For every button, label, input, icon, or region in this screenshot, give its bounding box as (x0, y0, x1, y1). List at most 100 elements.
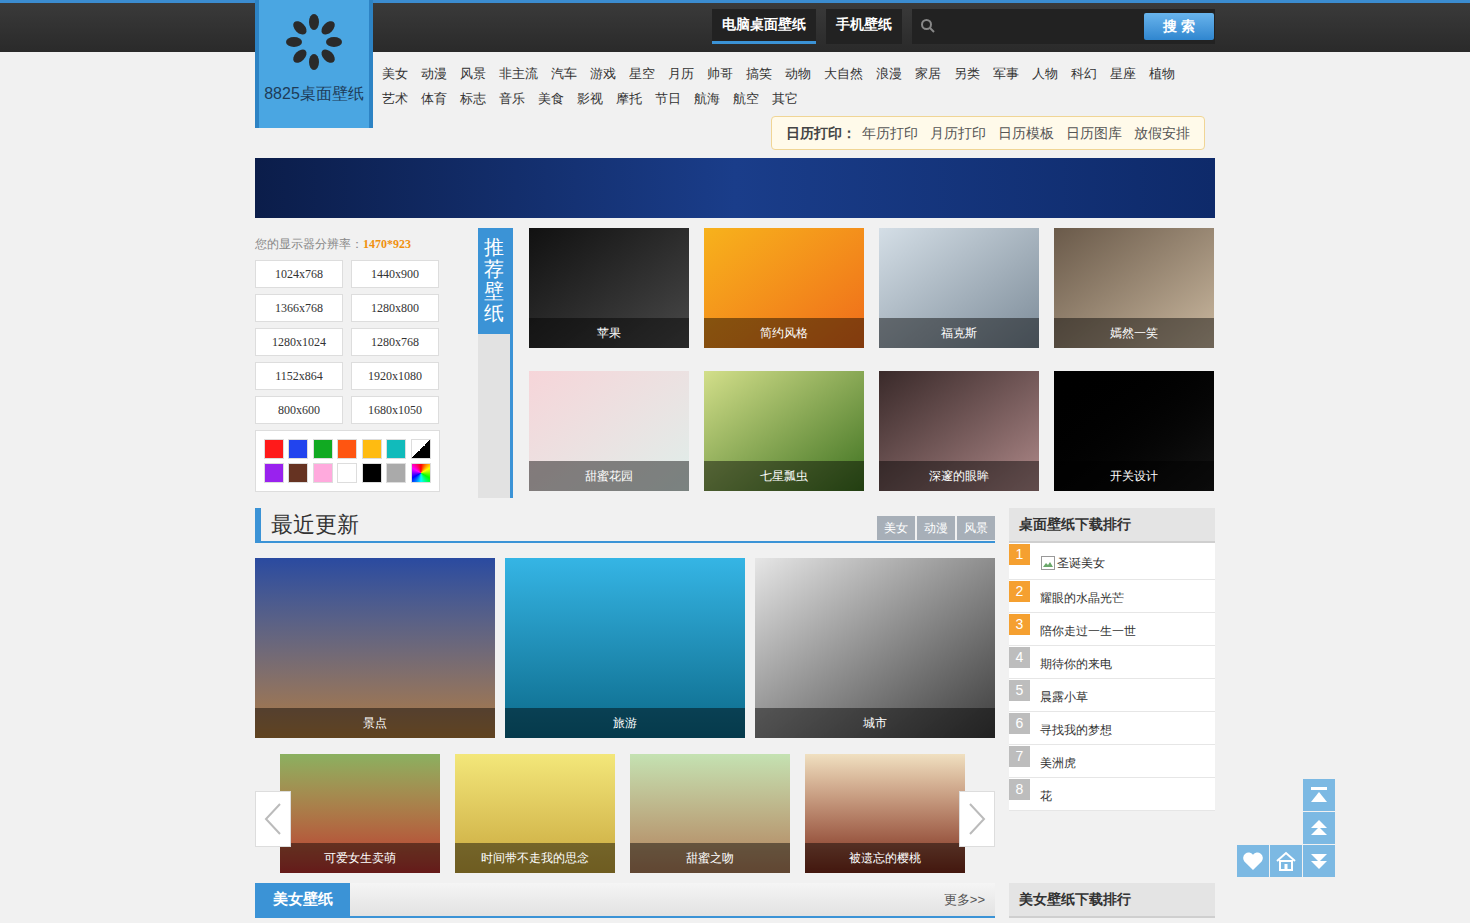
recommend-tile[interactable]: 甜蜜花园 (529, 371, 689, 491)
calendar-print-link[interactable]: 放假安排 (1134, 123, 1190, 144)
resolution-button[interactable]: 1920x1080 (351, 362, 439, 390)
calendar-print-link[interactable]: 月历打印 (930, 123, 986, 144)
carousel-tile[interactable]: 被遗忘的樱桃 (805, 754, 965, 873)
recommend-tile[interactable]: 苹果 (529, 228, 689, 348)
ranking-item[interactable]: 7美洲虎 (1009, 745, 1215, 778)
recent-tab[interactable]: 美女 (877, 516, 915, 540)
color-swatch[interactable] (411, 439, 431, 459)
recommend-tile[interactable]: 嫣然一笑 (1054, 228, 1214, 348)
ranking-item[interactable]: 4期待你的来电 (1009, 646, 1215, 679)
recommend-tile[interactable]: 简约风格 (704, 228, 864, 348)
nav-tab[interactable]: 手机壁纸 (826, 9, 902, 44)
search-button[interactable]: 搜 索 (1144, 13, 1214, 40)
carousel-prev[interactable] (255, 791, 291, 847)
color-swatch[interactable] (264, 439, 284, 459)
carousel-tile[interactable]: 时间带不走我的思念 (455, 754, 615, 873)
resolution-button[interactable]: 1280x1024 (255, 328, 343, 356)
category-link[interactable]: 艺术 (382, 89, 408, 109)
color-swatch[interactable] (411, 463, 431, 483)
resolution-button[interactable]: 1280x768 (351, 328, 439, 356)
calendar-banner[interactable] (255, 158, 1215, 218)
category-link[interactable]: 搞笑 (746, 64, 772, 84)
carousel-tile[interactable]: 可爱女生卖萌 (280, 754, 440, 873)
ranking-item[interactable]: 1圣诞美女 (1009, 543, 1215, 580)
category-link[interactable]: 影视 (577, 89, 603, 109)
float-favorite-button[interactable] (1237, 845, 1269, 877)
category-link[interactable]: 植物 (1149, 64, 1175, 84)
category-link[interactable]: 汽车 (551, 64, 577, 84)
category-link[interactable]: 月历 (668, 64, 694, 84)
recommend-tile[interactable]: 七星瓢虫 (704, 371, 864, 491)
resolution-button[interactable]: 800x600 (255, 396, 343, 424)
category-link[interactable]: 节日 (655, 89, 681, 109)
category-link[interactable]: 游戏 (590, 64, 616, 84)
more-link[interactable]: 更多>> (944, 890, 985, 910)
category-link[interactable]: 标志 (460, 89, 486, 109)
featured-tile[interactable]: 景点 (255, 558, 495, 738)
color-swatch[interactable] (264, 463, 284, 483)
category-link[interactable]: 浪漫 (876, 64, 902, 84)
ranking-item[interactable]: 2耀眼的水晶光芒 (1009, 580, 1215, 613)
color-swatch[interactable] (288, 439, 308, 459)
category-link[interactable]: 星座 (1110, 64, 1136, 84)
category-link[interactable]: 风景 (460, 64, 486, 84)
ranking-item[interactable]: 8花 (1009, 778, 1215, 811)
color-swatch[interactable] (362, 463, 382, 483)
category-link[interactable]: 摩托 (616, 89, 642, 109)
carousel-tile[interactable]: 甜蜜之吻 (630, 754, 790, 873)
recommend-tile[interactable]: 福克斯 (879, 228, 1039, 348)
category-link[interactable]: 星空 (629, 64, 655, 84)
category-link[interactable]: 军事 (993, 64, 1019, 84)
resolution-button[interactable]: 1024x768 (255, 260, 343, 288)
calendar-print-link[interactable]: 日历模板 (998, 123, 1054, 144)
category-link[interactable]: 体育 (421, 89, 447, 109)
color-swatch[interactable] (313, 439, 333, 459)
category-link[interactable]: 音乐 (499, 89, 525, 109)
category-link[interactable]: 人物 (1032, 64, 1058, 84)
recommend-tile[interactable]: 深邃的眼眸 (879, 371, 1039, 491)
category-link[interactable]: 航空 (733, 89, 759, 109)
category-link[interactable]: 航海 (694, 89, 720, 109)
category-link[interactable]: 大自然 (824, 64, 863, 84)
float-up-button[interactable] (1303, 812, 1335, 844)
search-input[interactable] (936, 16, 1144, 36)
category-link[interactable]: 动漫 (421, 64, 447, 84)
resolution-button[interactable]: 1280x800 (351, 294, 439, 322)
color-swatch[interactable] (386, 439, 406, 459)
featured-tile[interactable]: 旅游 (505, 558, 745, 738)
featured-tile[interactable]: 城市 (755, 558, 995, 738)
recent-tab[interactable]: 风景 (957, 516, 995, 540)
category-link[interactable]: 美食 (538, 89, 564, 109)
color-swatch[interactable] (337, 463, 357, 483)
resolution-button[interactable]: 1152x864 (255, 362, 343, 390)
resolution-button[interactable]: 1440x900 (351, 260, 439, 288)
category-link[interactable]: 非主流 (499, 64, 538, 84)
nav-tab[interactable]: 电脑桌面壁纸 (712, 9, 816, 44)
ranking-item[interactable]: 5晨露小草 (1009, 679, 1215, 712)
recent-tab[interactable]: 动漫 (917, 516, 955, 540)
float-home-button[interactable] (1270, 845, 1302, 877)
category-link[interactable]: 美女 (382, 64, 408, 84)
category-link[interactable]: 家居 (915, 64, 941, 84)
category-link[interactable]: 帅哥 (707, 64, 733, 84)
color-swatch[interactable] (362, 439, 382, 459)
category-link[interactable]: 另类 (954, 64, 980, 84)
color-swatch[interactable] (288, 463, 308, 483)
float-down-button[interactable] (1303, 845, 1335, 877)
resolution-button[interactable]: 1680x1050 (351, 396, 439, 424)
color-swatch[interactable] (337, 439, 357, 459)
category-link[interactable]: 动物 (785, 64, 811, 84)
category-link[interactable]: 科幻 (1071, 64, 1097, 84)
calendar-print-link[interactable]: 日历图库 (1066, 123, 1122, 144)
carousel-next[interactable] (959, 791, 995, 847)
resolution-button[interactable]: 1366x768 (255, 294, 343, 322)
ranking-item[interactable]: 6寻找我的梦想 (1009, 712, 1215, 745)
ranking-item[interactable]: 3陪你走过一生一世 (1009, 613, 1215, 646)
color-swatch[interactable] (386, 463, 406, 483)
color-swatch[interactable] (313, 463, 333, 483)
beauty-title[interactable]: 美女壁纸 (255, 883, 350, 916)
logo[interactable]: 8825桌面壁纸 (255, 0, 373, 128)
calendar-print-link[interactable]: 年历打印 (862, 123, 918, 144)
recommend-tile[interactable]: 开关设计 (1054, 371, 1214, 491)
category-link[interactable]: 其它 (772, 89, 798, 109)
